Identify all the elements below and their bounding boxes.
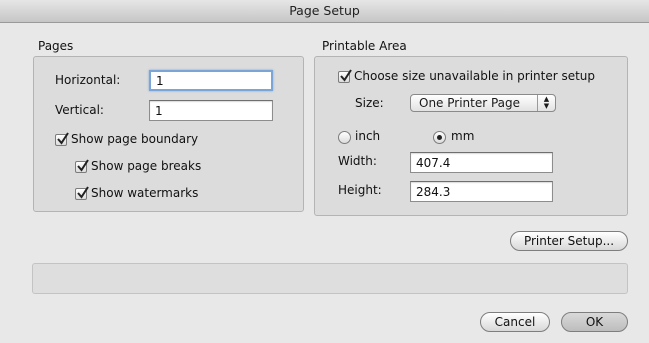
- width-field[interactable]: [410, 152, 553, 173]
- show-page-boundary-label: Show page boundary: [71, 132, 199, 146]
- vertical-field[interactable]: [149, 100, 273, 121]
- unit-mm-radio[interactable]: [433, 131, 446, 144]
- unit-mm-label: mm: [451, 129, 475, 143]
- status-area: [32, 263, 628, 294]
- height-field[interactable]: [410, 181, 553, 202]
- cancel-button[interactable]: Cancel: [480, 312, 550, 332]
- size-popup[interactable]: One Printer Page ▲ ▼: [410, 94, 556, 112]
- horizontal-label: Horizontal:: [55, 73, 121, 87]
- window-title: Page Setup: [0, 0, 649, 23]
- show-page-breaks-checkbox[interactable]: [75, 159, 89, 173]
- choose-size-checkbox[interactable]: [338, 69, 352, 83]
- show-page-breaks-label: Show page breaks: [91, 159, 202, 173]
- choose-size-label: Choose size unavailable in printer setup: [354, 69, 596, 83]
- pages-group-title: Pages: [38, 39, 74, 53]
- checkmark-icon: [340, 69, 352, 82]
- show-page-boundary-checkbox[interactable]: [55, 132, 69, 146]
- horizontal-field[interactable]: [149, 70, 273, 91]
- radio-selected-dot: [437, 135, 442, 140]
- unit-inch-radio[interactable]: [338, 131, 351, 144]
- unit-inch-label: inch: [355, 129, 381, 143]
- size-label: Size:: [355, 96, 384, 110]
- updown-arrows-icon: ▲ ▼: [537, 95, 555, 111]
- printable-area-group-title: Printable Area: [322, 39, 407, 53]
- page-setup-dialog: Page Setup Pages Horizontal: Vertical: S…: [0, 0, 649, 343]
- vertical-label: Vertical:: [55, 103, 104, 117]
- width-label: Width:: [338, 154, 377, 168]
- pages-group: Horizontal: Vertical: Show page boundary…: [33, 56, 304, 212]
- checkmark-icon: [77, 159, 89, 172]
- show-watermarks-label: Show watermarks: [91, 186, 199, 200]
- printable-area-group: Choose size unavailable in printer setup…: [314, 56, 628, 216]
- size-popup-value: One Printer Page: [419, 96, 521, 110]
- checkmark-icon: [57, 132, 69, 145]
- height-label: Height:: [338, 183, 382, 197]
- show-watermarks-checkbox[interactable]: [75, 186, 89, 200]
- printer-setup-button[interactable]: Printer Setup...: [510, 231, 628, 251]
- ok-button[interactable]: OK: [561, 312, 628, 332]
- checkmark-icon: [77, 186, 89, 199]
